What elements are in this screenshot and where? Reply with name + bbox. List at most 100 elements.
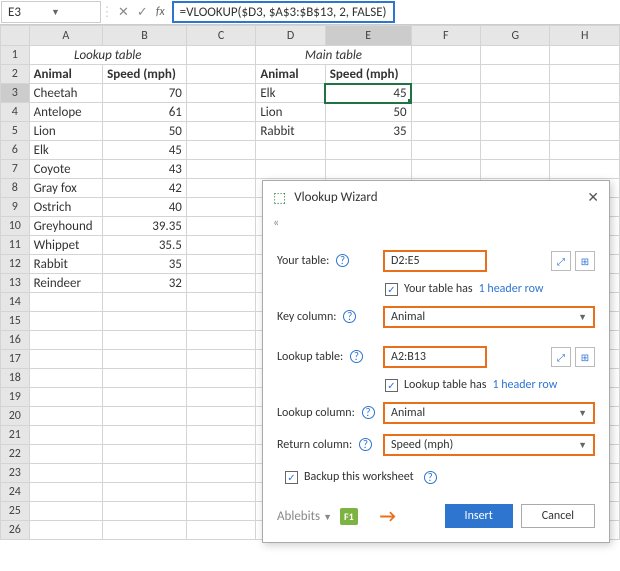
cell[interactable]: 35.5 (103, 236, 187, 255)
lookup-table-input[interactable]: A2:B13 (383, 346, 487, 368)
cell[interactable]: Reindeer (29, 274, 103, 293)
cell[interactable]: Greyhound (29, 217, 103, 236)
select-range-icon[interactable]: ⤢ (551, 251, 571, 271)
cell[interactable]: Elk (29, 141, 103, 160)
header-row-link[interactable]: 1 header row (479, 282, 544, 296)
cell[interactable]: 32 (103, 274, 187, 293)
row-header[interactable]: 26 (1, 521, 30, 540)
your-table-input[interactable]: D2:E5 (383, 250, 487, 272)
row-header[interactable]: 25 (1, 502, 30, 521)
row-header[interactable]: 2 (1, 65, 30, 84)
row-header[interactable]: 11 (1, 236, 30, 255)
cell[interactable]: Animal (256, 65, 325, 84)
row-header[interactable]: 24 (1, 483, 30, 502)
cell[interactable]: Rabbit (29, 255, 103, 274)
cell[interactable]: 61 (103, 103, 187, 122)
col-header-h[interactable]: H (550, 26, 620, 46)
cell[interactable]: 45 (103, 141, 187, 160)
insert-button[interactable]: Insert (445, 504, 513, 528)
row-header[interactable]: 10 (1, 217, 30, 236)
lookup-column-select[interactable]: Animal▼ (383, 402, 595, 424)
cell[interactable]: Elk (256, 84, 325, 103)
lookup-title[interactable]: Lookup table (29, 46, 186, 65)
row-header[interactable]: 14 (1, 293, 30, 312)
row-header[interactable]: 4 (1, 103, 30, 122)
corner-cell[interactable] (1, 26, 30, 46)
select-range-icon[interactable]: ⤢ (551, 347, 571, 367)
cell[interactable]: 50 (103, 122, 187, 141)
row-header[interactable]: 17 (1, 350, 30, 369)
cell[interactable]: Antelope (29, 103, 103, 122)
row-header[interactable]: 6 (1, 141, 30, 160)
confirm-icon[interactable]: ✓ (137, 5, 148, 20)
header-row-link[interactable]: 1 header row (492, 378, 557, 392)
row-header[interactable]: 22 (1, 445, 30, 464)
col-header-a[interactable]: A (29, 26, 103, 46)
cell[interactable]: 39.35 (103, 217, 187, 236)
cell[interactable]: Coyote (29, 160, 103, 179)
cell[interactable]: Animal (29, 65, 103, 84)
help-icon[interactable]: ? (359, 438, 372, 451)
help-icon[interactable]: ? (424, 471, 437, 484)
row-header[interactable]: 7 (1, 160, 30, 179)
row-header[interactable]: 16 (1, 331, 30, 350)
formula-input[interactable]: =VLOOKUP($D3, $A$3:$B$13, 2, FALSE) (172, 1, 395, 23)
your-table-header-checkbox[interactable]: ✓ (385, 283, 398, 296)
return-column-select[interactable]: Speed (mph)▼ (383, 434, 595, 456)
cell[interactable]: 35 (103, 255, 187, 274)
row-header[interactable]: 23 (1, 464, 30, 483)
chevron-down-icon[interactable]: ▼ (51, 7, 94, 18)
row-header[interactable]: 8 (1, 179, 30, 198)
row-header[interactable]: 1 (1, 46, 30, 65)
cancel-icon[interactable]: ✕ (118, 5, 129, 20)
backup-checkbox[interactable]: ✓ (285, 471, 298, 484)
cell[interactable]: Rabbit (256, 122, 325, 141)
row-header[interactable]: 5 (1, 122, 30, 141)
cell[interactable]: 70 (103, 84, 187, 103)
row-header[interactable]: 13 (1, 274, 30, 293)
collapse-icon[interactable]: « (263, 214, 609, 232)
cell[interactable]: Whippet (29, 236, 103, 255)
name-box[interactable]: E3 ▼ (1, 1, 101, 23)
expand-range-icon[interactable]: ⊞ (575, 347, 595, 367)
f1-help-button[interactable]: F1 (340, 508, 358, 525)
help-icon[interactable]: ? (362, 406, 375, 419)
cell[interactable]: 40 (103, 198, 187, 217)
row-header[interactable]: 12 (1, 255, 30, 274)
fill-handle[interactable] (408, 99, 412, 103)
help-icon[interactable]: ? (336, 254, 349, 267)
cell[interactable]: Speed (mph) (325, 65, 411, 84)
selected-cell[interactable]: 45 (325, 84, 411, 103)
help-icon[interactable]: ? (350, 350, 363, 363)
fx-icon[interactable]: fx (156, 5, 165, 19)
row-header[interactable]: 18 (1, 369, 30, 388)
row-header[interactable]: 20 (1, 407, 30, 426)
cell[interactable]: Gray fox (29, 179, 103, 198)
brand-label[interactable]: Ablebits▼ (277, 509, 332, 524)
cell[interactable]: 35 (325, 122, 411, 141)
col-header-f[interactable]: F (411, 26, 480, 46)
row-header[interactable]: 3 (1, 84, 30, 103)
cell[interactable]: 43 (103, 160, 187, 179)
col-header-d[interactable]: D (256, 26, 325, 46)
cell[interactable]: Lion (29, 122, 103, 141)
cell[interactable]: Lion (256, 103, 325, 122)
row-header[interactable]: 15 (1, 312, 30, 331)
cell[interactable]: 50 (325, 103, 411, 122)
main-title[interactable]: Main table (256, 46, 411, 65)
cell[interactable]: Speed (mph) (103, 65, 187, 84)
row-header[interactable]: 9 (1, 198, 30, 217)
cell[interactable]: 42 (103, 179, 187, 198)
col-header-e[interactable]: E (325, 26, 411, 46)
expand-range-icon[interactable]: ⊞ (575, 251, 595, 271)
row-header[interactable]: 21 (1, 426, 30, 445)
col-header-b[interactable]: B (103, 26, 187, 46)
key-column-select[interactable]: Animal▼ (383, 306, 595, 328)
row-header[interactable]: 19 (1, 388, 30, 407)
lookup-table-header-checkbox[interactable]: ✓ (385, 379, 398, 392)
cancel-button[interactable]: Cancel (521, 504, 595, 528)
col-header-c[interactable]: C (186, 26, 255, 46)
help-icon[interactable]: ? (343, 310, 356, 323)
cell[interactable]: Cheetah (29, 84, 103, 103)
col-header-g[interactable]: G (481, 26, 550, 46)
